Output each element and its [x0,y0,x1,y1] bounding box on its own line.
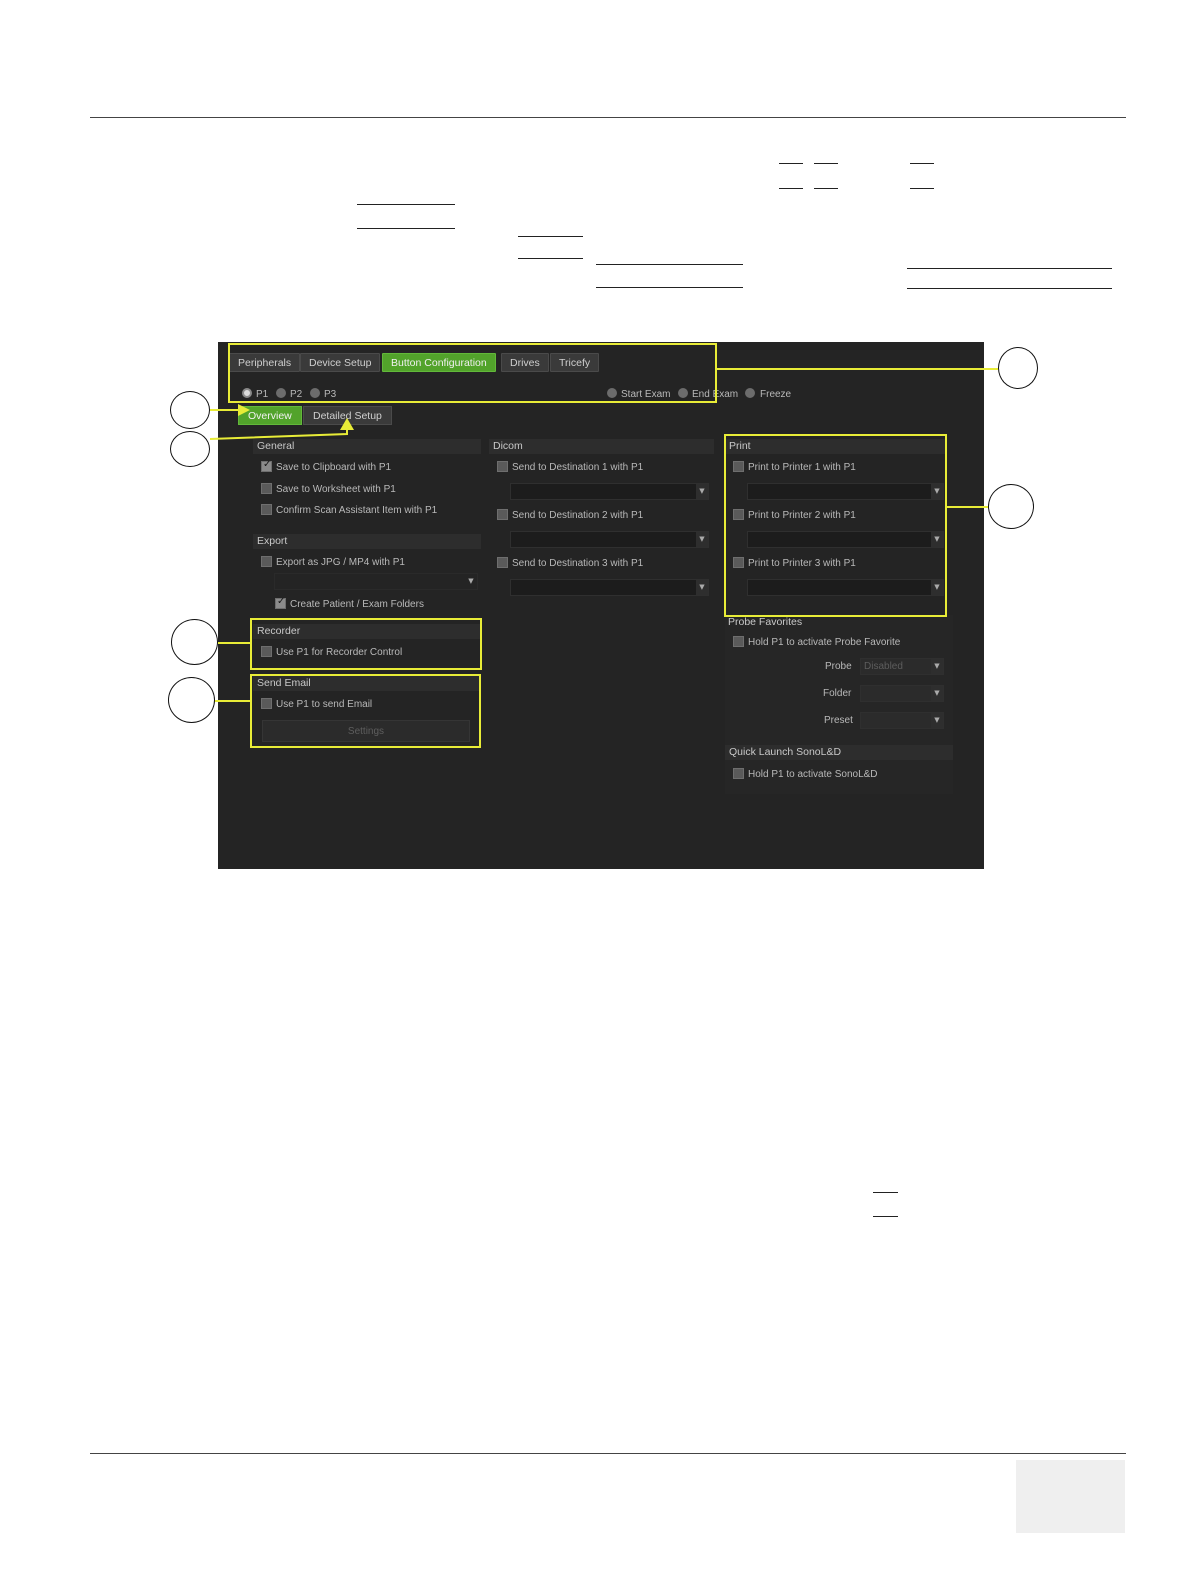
save-clipboard-checkbox[interactable] [261,459,272,472]
save-worksheet-label: Save to Worksheet with P1 [276,484,396,495]
chevron-down-icon: ▼ [696,484,708,499]
folder-label: Folder [823,688,852,699]
sonold-label: Hold P1 to activate SonoL&D [748,769,878,780]
callout-circle [998,347,1038,389]
tabs-highlight [228,343,717,403]
text-underline [357,228,455,229]
dicom-dest2-label: Send to Destination 2 with P1 [512,510,644,521]
text-underline [596,287,743,288]
text-underline [907,268,1112,269]
header-rule [90,117,1126,118]
probe-dropdown[interactable]: Disabled ▼ [860,658,944,675]
callout-circle [170,431,210,467]
callout-circle [171,619,218,665]
arrow-right-icon [238,404,250,416]
text-underline [779,188,803,189]
dicom-dest2-checkbox[interactable] [497,509,508,520]
radio-freeze[interactable] [745,388,755,398]
dicom-dest3-label: Send to Destination 3 with P1 [512,558,644,569]
leader-line [947,506,989,508]
dicom-dest1-checkbox[interactable] [497,461,508,472]
folder-dropdown[interactable]: ▼ [860,685,944,702]
page-tab-box [1016,1460,1125,1533]
save-clipboard-label: Save to Clipboard with P1 [276,462,392,473]
quick-launch-section-title: Quick Launch SonoL&D [725,745,953,760]
export-jpg-label: Export as JPG / MP4 with P1 [276,557,405,568]
text-underline [873,1216,898,1217]
probe-favorite-checkbox[interactable] [733,636,744,647]
export-section-title: Export [253,534,481,549]
leader-line [209,427,348,440]
probe-label: Probe [825,661,852,672]
dicom-dest2-dropdown[interactable]: ▼ [510,531,709,548]
create-folders-checkbox[interactable] [275,596,286,609]
callout-circle [168,677,215,723]
confirm-scan-assistant-checkbox[interactable] [261,504,272,515]
export-jpg-checkbox[interactable] [261,556,272,567]
dicom-dest3-checkbox[interactable] [497,557,508,568]
email-highlight [250,674,481,748]
text-underline [357,204,455,205]
chevron-down-icon: ▼ [696,532,708,547]
arrow-up-icon [340,418,354,430]
export-format-dropdown[interactable]: ▼ [274,573,478,590]
text-underline [910,163,934,164]
probe-value: Disabled [864,661,903,672]
preset-label: Preset [824,715,853,726]
dicom-dest1-dropdown[interactable]: ▼ [510,483,709,500]
chevron-down-icon: ▼ [465,574,477,589]
leader-line [717,368,998,370]
sonold-checkbox[interactable] [733,768,744,779]
text-underline [907,288,1112,289]
dicom-dest3-dropdown[interactable]: ▼ [510,579,709,596]
probe-favorites-section-title: Probe Favorites [728,616,803,628]
chevron-down-icon: ▼ [696,580,708,595]
leader-line [214,700,250,702]
leader-line [218,642,250,644]
callout-circle [988,484,1034,529]
callout-circle [170,391,210,429]
print-highlight [724,434,947,617]
create-folders-label: Create Patient / Exam Folders [290,599,424,610]
probe-favorite-label: Hold P1 to activate Probe Favorite [748,637,901,648]
dicom-dest1-label: Send to Destination 1 with P1 [512,462,644,473]
radio-freeze-label: Freeze [760,389,792,400]
chevron-down-icon: ▼ [931,659,943,674]
text-underline [873,1192,898,1193]
chevron-down-icon: ▼ [931,713,943,728]
dicom-section-title: Dicom [489,439,714,454]
text-underline [518,236,583,237]
text-underline [910,188,934,189]
recorder-highlight [250,618,482,670]
text-underline [814,188,838,189]
text-underline [814,163,838,164]
preset-dropdown[interactable]: ▼ [860,712,944,729]
text-underline [518,258,583,259]
save-worksheet-checkbox[interactable] [261,483,272,494]
text-underline [779,163,803,164]
leader-arrows [209,404,354,440]
footer-rule [90,1453,1126,1454]
confirm-scan-assistant-label: Confirm Scan Assistant Item with P1 [276,505,438,516]
chevron-down-icon: ▼ [931,686,943,701]
text-underline [596,264,743,265]
